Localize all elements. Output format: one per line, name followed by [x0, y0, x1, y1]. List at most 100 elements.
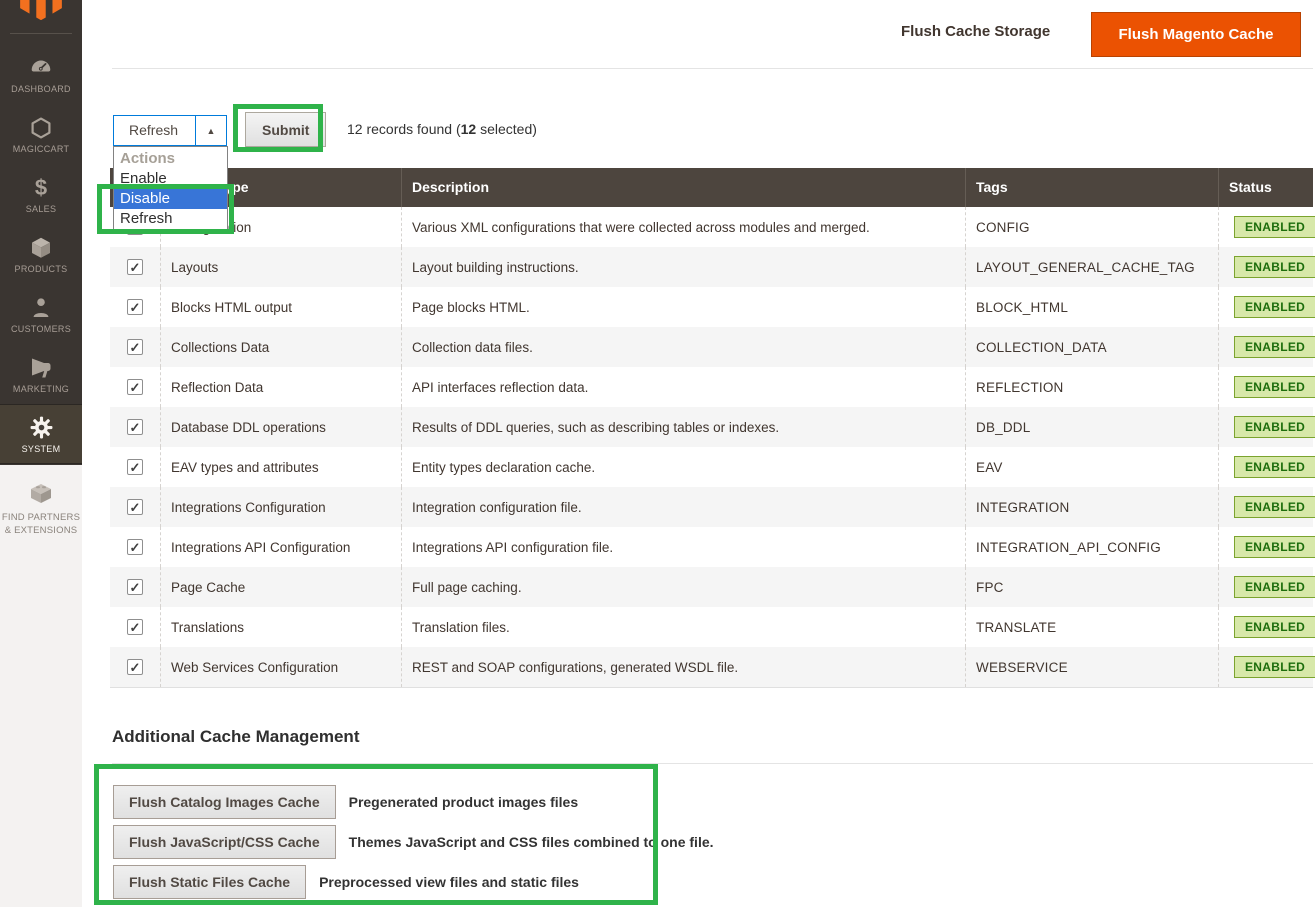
table-row: Configuration Various XML configurations… [110, 207, 1313, 247]
sales-icon: $ [35, 175, 47, 201]
cache-management-screen: DASHBOARD MAGICCART $ SALES PRODU [0, 0, 1315, 907]
grid-header-row: Cache Type Description Tags Status [110, 168, 1313, 207]
flush-catalog-images-button[interactable]: Flush Catalog Images Cache [113, 785, 336, 819]
cache-grid: Cache Type Description Tags Status Confi… [110, 168, 1313, 688]
column-header-status[interactable]: Status [1218, 168, 1313, 207]
magento-logo-icon[interactable] [20, 0, 62, 20]
flush-js-css-description: Themes JavaScript and CSS files combined… [349, 834, 714, 850]
marketplace-brick-icon [27, 479, 55, 507]
mass-action-select[interactable]: Refresh ▲ [113, 115, 227, 146]
row-checkbox[interactable] [127, 619, 143, 635]
flush-cache-storage-button[interactable]: Flush Cache Storage [901, 23, 1050, 40]
table-row: Page Cache Full page caching. FPC ENABLE… [110, 567, 1313, 607]
table-row: Collections Data Collection data files. … [110, 327, 1313, 367]
flush-static-files-button[interactable]: Flush Static Files Cache [113, 865, 306, 899]
row-checkbox-cell [110, 487, 160, 527]
tags-cell: COLLECTION_DATA [965, 327, 1218, 367]
sidebar-item-label: PRODUCTS [15, 264, 68, 274]
row-checkbox[interactable] [127, 259, 143, 275]
row-checkbox-cell [110, 287, 160, 327]
row-checkbox[interactable] [127, 539, 143, 555]
sidebar-item-label: DASHBOARD [11, 84, 71, 94]
row-checkbox-cell [110, 247, 160, 287]
sidebar-item[interactable]: PRODUCTS [0, 224, 82, 284]
cache-type-cell: Web Services Configuration [160, 647, 401, 687]
status-cell: ENABLED [1218, 287, 1313, 327]
sidebar-item[interactable]: DASHBOARD [0, 44, 82, 104]
table-row: Integrations Configuration Integration c… [110, 487, 1313, 527]
row-checkbox-cell [110, 367, 160, 407]
submit-button[interactable]: Submit [245, 112, 326, 147]
status-cell: ENABLED [1218, 647, 1313, 687]
products-icon [29, 235, 53, 261]
row-checkbox[interactable] [127, 459, 143, 475]
sidebar-item[interactable]: SYSTEM [0, 404, 82, 464]
dropdown-option[interactable]: Refresh [114, 209, 227, 229]
tags-cell: INTEGRATION [965, 487, 1218, 527]
status-badge: ENABLED [1234, 296, 1315, 318]
column-header-description[interactable]: Description [401, 168, 965, 207]
records-suffix: selected) [476, 121, 537, 137]
table-row: Web Services Configuration REST and SOAP… [110, 647, 1313, 687]
sidebar-item[interactable]: CUSTOMERS [0, 284, 82, 344]
sidebar-dark-panel: DASHBOARD MAGICCART $ SALES PRODU [0, 0, 82, 465]
row-checkbox[interactable] [127, 419, 143, 435]
row-checkbox[interactable] [127, 499, 143, 515]
sidebar-item[interactable]: MAGICCART [0, 104, 82, 164]
row-checkbox-cell [110, 447, 160, 487]
row-checkbox[interactable] [127, 579, 143, 595]
sidebar-item-find-partners[interactable]: FIND PARTNERS & EXTENSIONS [0, 465, 82, 537]
dropdown-option[interactable]: Disable [114, 189, 227, 209]
table-row: Layouts Layout building instructions. LA… [110, 247, 1313, 287]
flush-js-css-row: Flush JavaScript/CSS Cache Themes JavaSc… [113, 824, 714, 859]
row-checkbox-cell [110, 527, 160, 567]
status-badge: ENABLED [1234, 336, 1315, 358]
dropdown-group-label: Actions [114, 148, 227, 169]
magiccart-icon [29, 115, 53, 141]
additional-divider [112, 763, 1313, 764]
status-badge: ENABLED [1234, 216, 1315, 238]
cache-type-cell: Integrations Configuration [160, 487, 401, 527]
description-cell: Full page caching. [401, 567, 965, 607]
dropdown-option[interactable]: Enable [114, 169, 227, 189]
table-row: EAV types and attributes Entity types de… [110, 447, 1313, 487]
cache-type-cell: Reflection Data [160, 367, 401, 407]
customers-icon [29, 295, 53, 321]
tags-cell: DB_DDL [965, 407, 1218, 447]
table-row: Blocks HTML output Page blocks HTML. BLO… [110, 287, 1313, 327]
flush-js-css-button[interactable]: Flush JavaScript/CSS Cache [113, 825, 336, 859]
status-cell: ENABLED [1218, 447, 1313, 487]
row-checkbox[interactable] [127, 379, 143, 395]
tags-cell: FPC [965, 567, 1218, 607]
status-badge: ENABLED [1234, 536, 1315, 558]
sidebar-item-label: SYSTEM [22, 444, 61, 454]
status-cell: ENABLED [1218, 487, 1313, 527]
sidebar-item[interactable]: MARKETING [0, 344, 82, 404]
description-cell: API interfaces reflection data. [401, 367, 965, 407]
row-checkbox[interactable] [127, 339, 143, 355]
sidebar-item[interactable]: $ SALES [0, 164, 82, 224]
marketing-icon [29, 355, 53, 381]
row-checkbox[interactable] [127, 659, 143, 675]
description-cell: Entity types declaration cache. [401, 447, 965, 487]
status-badge: ENABLED [1234, 656, 1315, 678]
header-divider [112, 68, 1313, 69]
cache-type-cell: Integrations API Configuration [160, 527, 401, 567]
sidebar-divider [10, 33, 72, 34]
status-badge: ENABLED [1234, 416, 1315, 438]
cache-type-cell: Database DDL operations [160, 407, 401, 447]
records-prefix: 12 records found ( [347, 121, 461, 137]
sidebar-item-label: MAGICCART [13, 144, 70, 154]
status-cell: ENABLED [1218, 367, 1313, 407]
partner-label-line1: FIND PARTNERS [2, 512, 80, 524]
grid-body: Configuration Various XML configurations… [110, 207, 1313, 688]
row-checkbox[interactable] [127, 299, 143, 315]
flush-magento-cache-button[interactable]: Flush Magento Cache [1091, 12, 1301, 57]
caret-up-icon: ▲ [207, 126, 216, 136]
additional-cache-title: Additional Cache Management [112, 727, 359, 747]
column-header-tags[interactable]: Tags [965, 168, 1218, 207]
flush-static-files-row: Flush Static Files Cache Preprocessed vi… [113, 864, 579, 899]
description-cell: Results of DDL queries, such as describi… [401, 407, 965, 447]
row-checkbox-cell [110, 407, 160, 447]
select-toggle[interactable]: ▲ [195, 116, 226, 145]
